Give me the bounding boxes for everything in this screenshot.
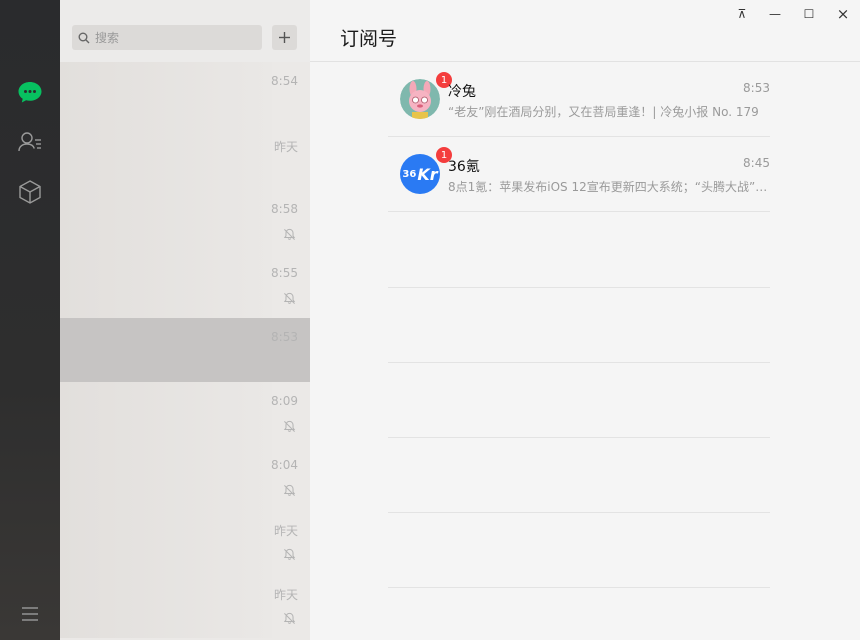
empty-row-divider — [388, 362, 770, 363]
plus-icon — [279, 32, 290, 43]
pin-button[interactable]: ⊼ — [733, 6, 751, 22]
main-header: 订阅号 ⊼ — ☐ × — [310, 0, 860, 62]
chat-time: 8:04 — [271, 458, 298, 472]
subscription-name: 冷兔 — [448, 84, 476, 100]
chat-time: 昨天 — [273, 524, 298, 538]
empty-row-divider — [388, 287, 770, 288]
chat-list-item[interactable]: 昨天 — [60, 126, 310, 190]
search-input[interactable] — [95, 30, 255, 45]
36kr-avatar: 36 Kr — [400, 154, 440, 194]
close-button[interactable]: × — [834, 5, 852, 23]
chat-list-item[interactable]: 昨天 — [60, 510, 310, 574]
chat-icon[interactable] — [14, 76, 46, 108]
chat-list-panel: 8:54昨天8:588:558:538:098:04昨天昨天 — [60, 0, 310, 640]
muted-bell-icon — [283, 228, 296, 240]
contacts-icon[interactable] — [14, 126, 46, 158]
chat-list-item[interactable]: 昨天 — [60, 574, 310, 638]
empty-row-divider — [388, 512, 770, 513]
blurred-chat-content — [60, 126, 272, 190]
menu-icon[interactable] — [14, 598, 46, 630]
muted-bell-icon — [283, 484, 296, 496]
subscription-preview: 8点1氪：苹果发布iOS 12宣布更新四大系统；“头腾大战”开打… — [448, 180, 770, 194]
empty-row-divider — [388, 437, 770, 438]
subscription-row-36kr[interactable]: 36 Kr 1 36氪 8:45 8点1氪：苹果发布iOS 12宣布更新四大系统… — [388, 137, 770, 212]
blurred-chat-content — [60, 382, 272, 446]
chat-list-item[interactable]: 8:58 — [60, 190, 310, 254]
chat-list-item[interactable]: 8:55 — [60, 254, 310, 318]
subscription-time: 8:53 — [743, 81, 770, 95]
subscription-time: 8:45 — [743, 156, 770, 170]
blurred-chat-content — [60, 254, 272, 318]
chat-time: 8:55 — [271, 266, 298, 280]
muted-bell-icon — [283, 548, 296, 560]
chat-list-header — [60, 0, 310, 62]
muted-bell-icon — [283, 612, 296, 624]
chat-time: 8:53 — [271, 330, 298, 344]
page-title: 订阅号 — [340, 28, 398, 50]
search-box[interactable] — [72, 25, 262, 50]
maximize-button[interactable]: ☐ — [800, 6, 818, 22]
blurred-chat-content — [60, 62, 272, 126]
blurred-chat-content — [60, 510, 272, 574]
kr-logo-text-36: 36 — [402, 168, 417, 180]
blurred-chat-content — [60, 446, 272, 510]
subscription-preview: “老友”刚在酒局分别，又在菩局重逢！| 冷兔小报 No. 179 — [448, 105, 759, 119]
add-button[interactable] — [272, 25, 297, 50]
chat-time: 昨天 — [273, 588, 298, 602]
subscription-name: 36氪 — [448, 159, 480, 175]
blurred-chat-content — [60, 190, 272, 254]
chat-time: 8:54 — [271, 74, 298, 88]
chat-list-item[interactable]: 8:54 — [60, 62, 310, 126]
empty-row-divider — [388, 587, 770, 588]
chat-time: 昨天 — [273, 140, 298, 154]
blurred-chat-content — [60, 574, 272, 638]
chat-time: 8:58 — [271, 202, 298, 216]
minimize-button[interactable]: — — [766, 6, 784, 22]
rabbit-avatar — [400, 79, 440, 119]
chat-time: 8:09 — [271, 394, 298, 408]
muted-bell-icon — [283, 292, 296, 304]
cube-icon[interactable] — [14, 176, 46, 208]
chat-list-item[interactable]: 8:09 — [60, 382, 310, 446]
search-icon — [78, 32, 90, 43]
main-panel: 订阅号 ⊼ — ☐ × 1 冷兔 8:53 “老友”刚在酒局分别，又在菩局重逢！… — [310, 0, 860, 640]
subscription-row-lengtu[interactable]: 1 冷兔 8:53 “老友”刚在酒局分别，又在菩局重逢！| 冷兔小报 No. 1… — [388, 62, 770, 137]
kr-logo-text-kr: Kr — [417, 164, 438, 184]
muted-bell-icon — [283, 420, 296, 432]
nav-sidebar — [0, 0, 60, 640]
chat-list-item[interactable]: 8:53 — [60, 318, 310, 382]
chat-list-item[interactable]: 8:04 — [60, 446, 310, 510]
